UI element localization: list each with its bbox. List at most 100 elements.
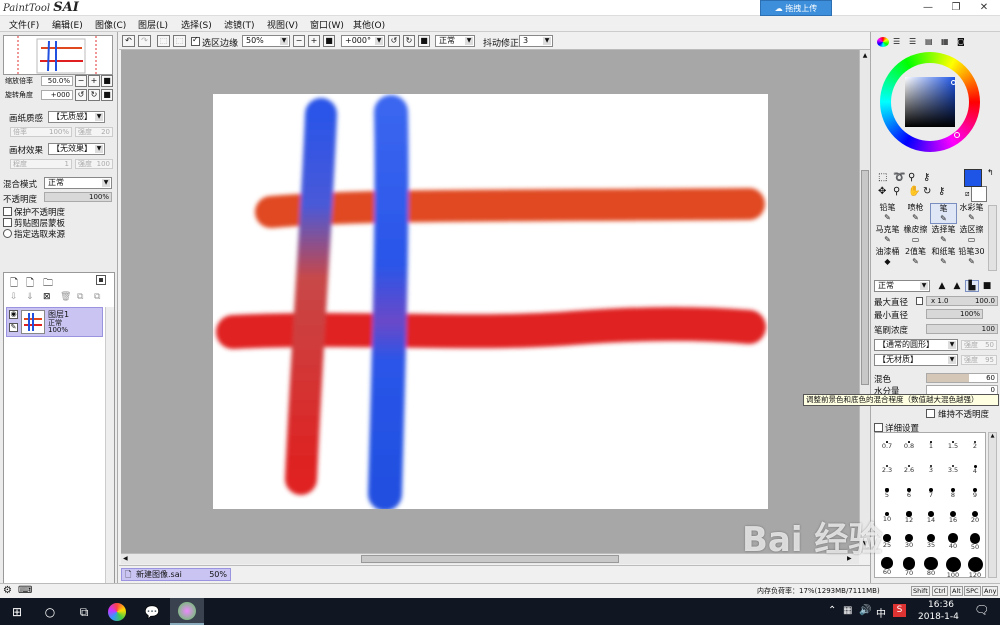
tool-washi-pen[interactable]: 和纸笔 ✎ bbox=[930, 247, 957, 268]
crop-icon[interactable]: ⬚ bbox=[173, 35, 186, 47]
navigator-thumbnail[interactable] bbox=[3, 35, 113, 75]
brush-size-cell[interactable]: 8 bbox=[942, 485, 964, 503]
rotate-slider[interactable]: +000 bbox=[41, 90, 73, 100]
rgb-slider-tab-icon[interactable]: ☰ bbox=[893, 37, 905, 47]
windows-start-icon[interactable]: ⊞ bbox=[7, 602, 27, 622]
layer-props-icon[interactable]: ⧉ bbox=[94, 292, 100, 302]
transparent-color-icon[interactable]: ⧄ bbox=[965, 190, 969, 199]
document-tab[interactable]: 🗋 新建图像.sai 50% bbox=[121, 568, 231, 581]
vertical-scrollbar[interactable]: ▲ ▼ bbox=[859, 50, 870, 553]
edge-hardness-4-icon[interactable]: ■ bbox=[980, 280, 994, 292]
brush-size-cell[interactable]: 0.8 bbox=[898, 437, 920, 455]
scroll-left-icon[interactable]: ◀ bbox=[123, 554, 133, 563]
brush-size-cell[interactable]: 3.5 bbox=[942, 461, 964, 479]
tool-select-eraser[interactable]: 选区擦 ▭ bbox=[958, 225, 985, 246]
max-diameter-slider[interactable]: x 1.0 100.0 bbox=[926, 296, 998, 306]
menu-layer[interactable]: 图层(L) bbox=[138, 18, 168, 31]
brush-size-cell[interactable]: 3 bbox=[920, 461, 942, 479]
lasso-icon[interactable]: ➰ bbox=[893, 172, 905, 183]
brush-size-cell[interactable]: 6 bbox=[898, 485, 920, 503]
zoom-out-button[interactable]: − bbox=[75, 75, 87, 87]
task-view-icon[interactable]: ⧉ bbox=[74, 602, 94, 622]
close-button[interactable]: ✕ bbox=[970, 0, 998, 16]
brush-size-cell[interactable]: 30 bbox=[898, 533, 920, 551]
tool-watercolor[interactable]: 水彩笔 ✎ bbox=[958, 203, 985, 224]
rotate-ccw-icon[interactable]: ↺ bbox=[388, 35, 400, 47]
brush-size-cell[interactable]: 10 bbox=[876, 509, 898, 527]
hand-icon[interactable]: ✋ bbox=[908, 186, 920, 197]
undo-icon[interactable]: ↶ bbox=[122, 35, 135, 47]
redo-icon[interactable]: ↷ bbox=[138, 35, 151, 47]
search-icon[interactable]: ○ bbox=[40, 602, 60, 622]
notification-icon[interactable]: 🗨 bbox=[974, 603, 989, 617]
brush-size-scrollbar[interactable]: ▲ bbox=[988, 432, 997, 578]
hue-marker[interactable] bbox=[954, 132, 960, 138]
swap-colors-icon[interactable]: ↰ bbox=[987, 168, 994, 177]
foreground-color-swatch[interactable] bbox=[964, 169, 982, 187]
tool-pencil[interactable]: 铅笔 ✎ bbox=[874, 203, 901, 224]
background-color-swatch[interactable] bbox=[971, 186, 987, 202]
hue-ring[interactable] bbox=[880, 52, 980, 152]
brush-mode-dropdown[interactable]: 正常 ▼ bbox=[874, 280, 930, 292]
tool-select-pen[interactable]: 选择笔 ✎ bbox=[930, 225, 957, 246]
zoom-in-icon[interactable]: + bbox=[308, 35, 320, 47]
input-app-icon[interactable]: S bbox=[893, 604, 906, 617]
menu-window[interactable]: 窗口(W) bbox=[310, 18, 344, 31]
network-icon[interactable]: ▦ bbox=[843, 605, 852, 616]
color-mix-tab-icon[interactable]: ▤ bbox=[925, 37, 937, 47]
merge-down-icon[interactable]: ⇓ bbox=[26, 292, 34, 302]
edge-hardness-2-icon[interactable]: ▲ bbox=[950, 280, 964, 292]
brush-size-cell[interactable]: 60 bbox=[876, 557, 898, 575]
zoom-fit-button[interactable]: ■ bbox=[101, 75, 113, 87]
menu-filter[interactable]: 滤镜(T) bbox=[224, 18, 255, 31]
angle-dropdown[interactable]: +000° ▼ bbox=[341, 35, 385, 47]
brush-size-cell[interactable]: 2.3 bbox=[876, 461, 898, 479]
menu-select[interactable]: 选择(S) bbox=[181, 18, 212, 31]
apply-mask-icon[interactable]: ⧉ bbox=[77, 292, 83, 302]
keep-opacity-checkbox[interactable] bbox=[926, 409, 935, 418]
zoom-reset-icon[interactable]: ■ bbox=[323, 35, 335, 47]
view-mode-dropdown[interactable]: 正常 ▼ bbox=[435, 35, 475, 47]
menu-view[interactable]: 视图(V) bbox=[267, 18, 298, 31]
brush-size-cell[interactable]: 50 bbox=[964, 533, 986, 551]
effect-dropdown[interactable]: 【无效果】 ▼ bbox=[48, 143, 105, 155]
zoom-tool-icon[interactable]: ⚲ bbox=[893, 186, 900, 197]
selection-edge-checkbox[interactable]: ✓ bbox=[191, 35, 200, 46]
rotate-right-icon[interactable]: ↻ bbox=[88, 89, 100, 101]
brush-size-cell[interactable]: 120 bbox=[964, 557, 986, 579]
brush-size-cell[interactable]: 25 bbox=[876, 533, 898, 551]
zoom-in-button[interactable]: + bbox=[88, 75, 100, 87]
restore-button[interactable]: ❐ bbox=[942, 0, 970, 16]
minimize-button[interactable]: — bbox=[914, 0, 942, 16]
scroll-up-icon[interactable]: ▲ bbox=[989, 433, 996, 441]
scroll-down-icon[interactable]: ▼ bbox=[861, 540, 869, 550]
brush-size-cell[interactable]: 100 bbox=[942, 557, 964, 579]
horizontal-scroll-thumb[interactable] bbox=[361, 555, 619, 563]
swatches-tab-icon[interactable]: ▦ bbox=[941, 37, 953, 47]
brush-size-cell[interactable]: 35 bbox=[920, 533, 942, 551]
density-slider[interactable]: 100 bbox=[926, 324, 998, 334]
brush-size-cell[interactable]: 12 bbox=[898, 509, 920, 527]
tool-grid-scrollbar[interactable] bbox=[988, 205, 997, 271]
rotate-cw-icon[interactable]: ↻ bbox=[403, 35, 415, 47]
tool-marker[interactable]: 马克笔 ✎ bbox=[874, 225, 901, 246]
color-picker-icon[interactable]: ⚷ bbox=[938, 186, 945, 197]
tool-pen[interactable]: 笔 ✎ bbox=[930, 203, 957, 224]
ime-indicator[interactable]: 中 bbox=[876, 605, 886, 620]
clear-layer-icon[interactable]: ⊠ bbox=[43, 292, 51, 302]
color-app-icon[interactable] bbox=[108, 603, 126, 621]
menu-file[interactable]: 文件(F) bbox=[9, 18, 39, 31]
scroll-right-icon[interactable]: ▶ bbox=[847, 554, 857, 563]
sai-taskbar-button[interactable] bbox=[170, 598, 204, 625]
brush-size-cell[interactable]: 70 bbox=[898, 557, 920, 576]
clipping-mask-checkbox[interactable] bbox=[3, 218, 12, 227]
tool-eraser[interactable]: 橡皮擦 ▭ bbox=[902, 225, 929, 246]
zoom-out-icon[interactable]: − bbox=[293, 35, 305, 47]
brush-texture-dropdown[interactable]: 【无材质】 ▼ bbox=[874, 354, 958, 366]
scroll-up-icon[interactable]: ▲ bbox=[861, 52, 869, 62]
brush-size-cell[interactable]: 4 bbox=[964, 461, 986, 479]
brush-size-cell[interactable]: 5 bbox=[876, 485, 898, 503]
eye-icon[interactable]: ◉ bbox=[9, 310, 18, 319]
deselect-icon[interactable]: ⬚ bbox=[157, 35, 170, 47]
brush-size-cell[interactable]: 40 bbox=[942, 533, 964, 551]
